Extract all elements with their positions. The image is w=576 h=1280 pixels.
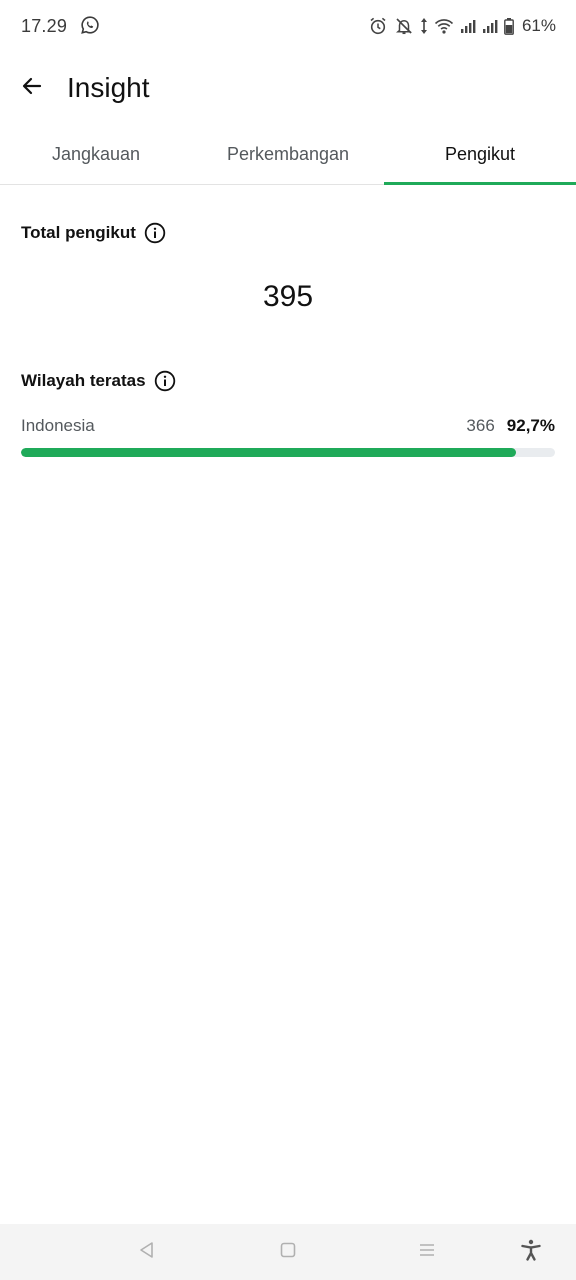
- home-square-icon: [279, 1241, 297, 1264]
- alarm-icon: [368, 16, 388, 36]
- tab-bar: Jangkauan Perkembangan Pengikut: [0, 126, 576, 185]
- battery-percent: 61%: [521, 16, 556, 35]
- nav-accessibility-button[interactable]: [517, 1238, 545, 1266]
- arrow-back-icon: [20, 74, 44, 103]
- region-row: Indonesia 366 92,7%: [21, 416, 555, 438]
- tab-pengikut[interactable]: Pengikut: [384, 126, 576, 185]
- tab-perkembangan[interactable]: Perkembangan: [192, 126, 384, 184]
- region-progress-track: [21, 448, 555, 457]
- notifications-off-icon: [394, 16, 414, 36]
- nav-back-button[interactable]: [133, 1238, 161, 1266]
- total-followers-header: Total pengikut: [21, 222, 166, 244]
- region-stats: 366 92,7%: [466, 416, 555, 436]
- info-icon[interactable]: [144, 222, 166, 244]
- page-title: Insight: [67, 72, 150, 103]
- info-icon[interactable]: [154, 370, 176, 392]
- tab-jangkauan[interactable]: Jangkauan: [0, 126, 192, 184]
- top-regions-header: Wilayah teratas: [21, 370, 176, 392]
- top-regions-label: Wilayah teratas: [21, 371, 146, 390]
- nav-recents-button[interactable]: [413, 1238, 441, 1266]
- signal-icon: [482, 18, 498, 34]
- region-count: 366: [466, 416, 495, 435]
- system-nav-bar: [0, 1224, 576, 1280]
- region-progress-fill: [21, 448, 517, 457]
- accessibility-icon: [519, 1238, 543, 1267]
- total-followers-value: 395: [262, 280, 314, 313]
- wifi-icon: [434, 17, 454, 35]
- status-icons: 61%: [368, 14, 556, 38]
- back-triangle-icon: [138, 1241, 156, 1264]
- battery-icon: [504, 17, 514, 35]
- recents-menu-icon: [418, 1241, 436, 1264]
- nav-home-button[interactable]: [274, 1238, 302, 1266]
- status-bar: 17.29 61%: [0, 0, 576, 52]
- whatsapp-icon: [80, 15, 100, 35]
- back-button[interactable]: [14, 70, 50, 106]
- region-percent: 92,7%: [506, 416, 555, 435]
- total-followers-label: Total pengikut: [21, 223, 136, 242]
- data-arrows-icon: [420, 17, 428, 35]
- status-time: 17.29: [21, 16, 68, 36]
- region-name: Indonesia: [21, 416, 95, 435]
- signal-icon: [460, 18, 476, 34]
- app-bar: Insight: [0, 52, 576, 124]
